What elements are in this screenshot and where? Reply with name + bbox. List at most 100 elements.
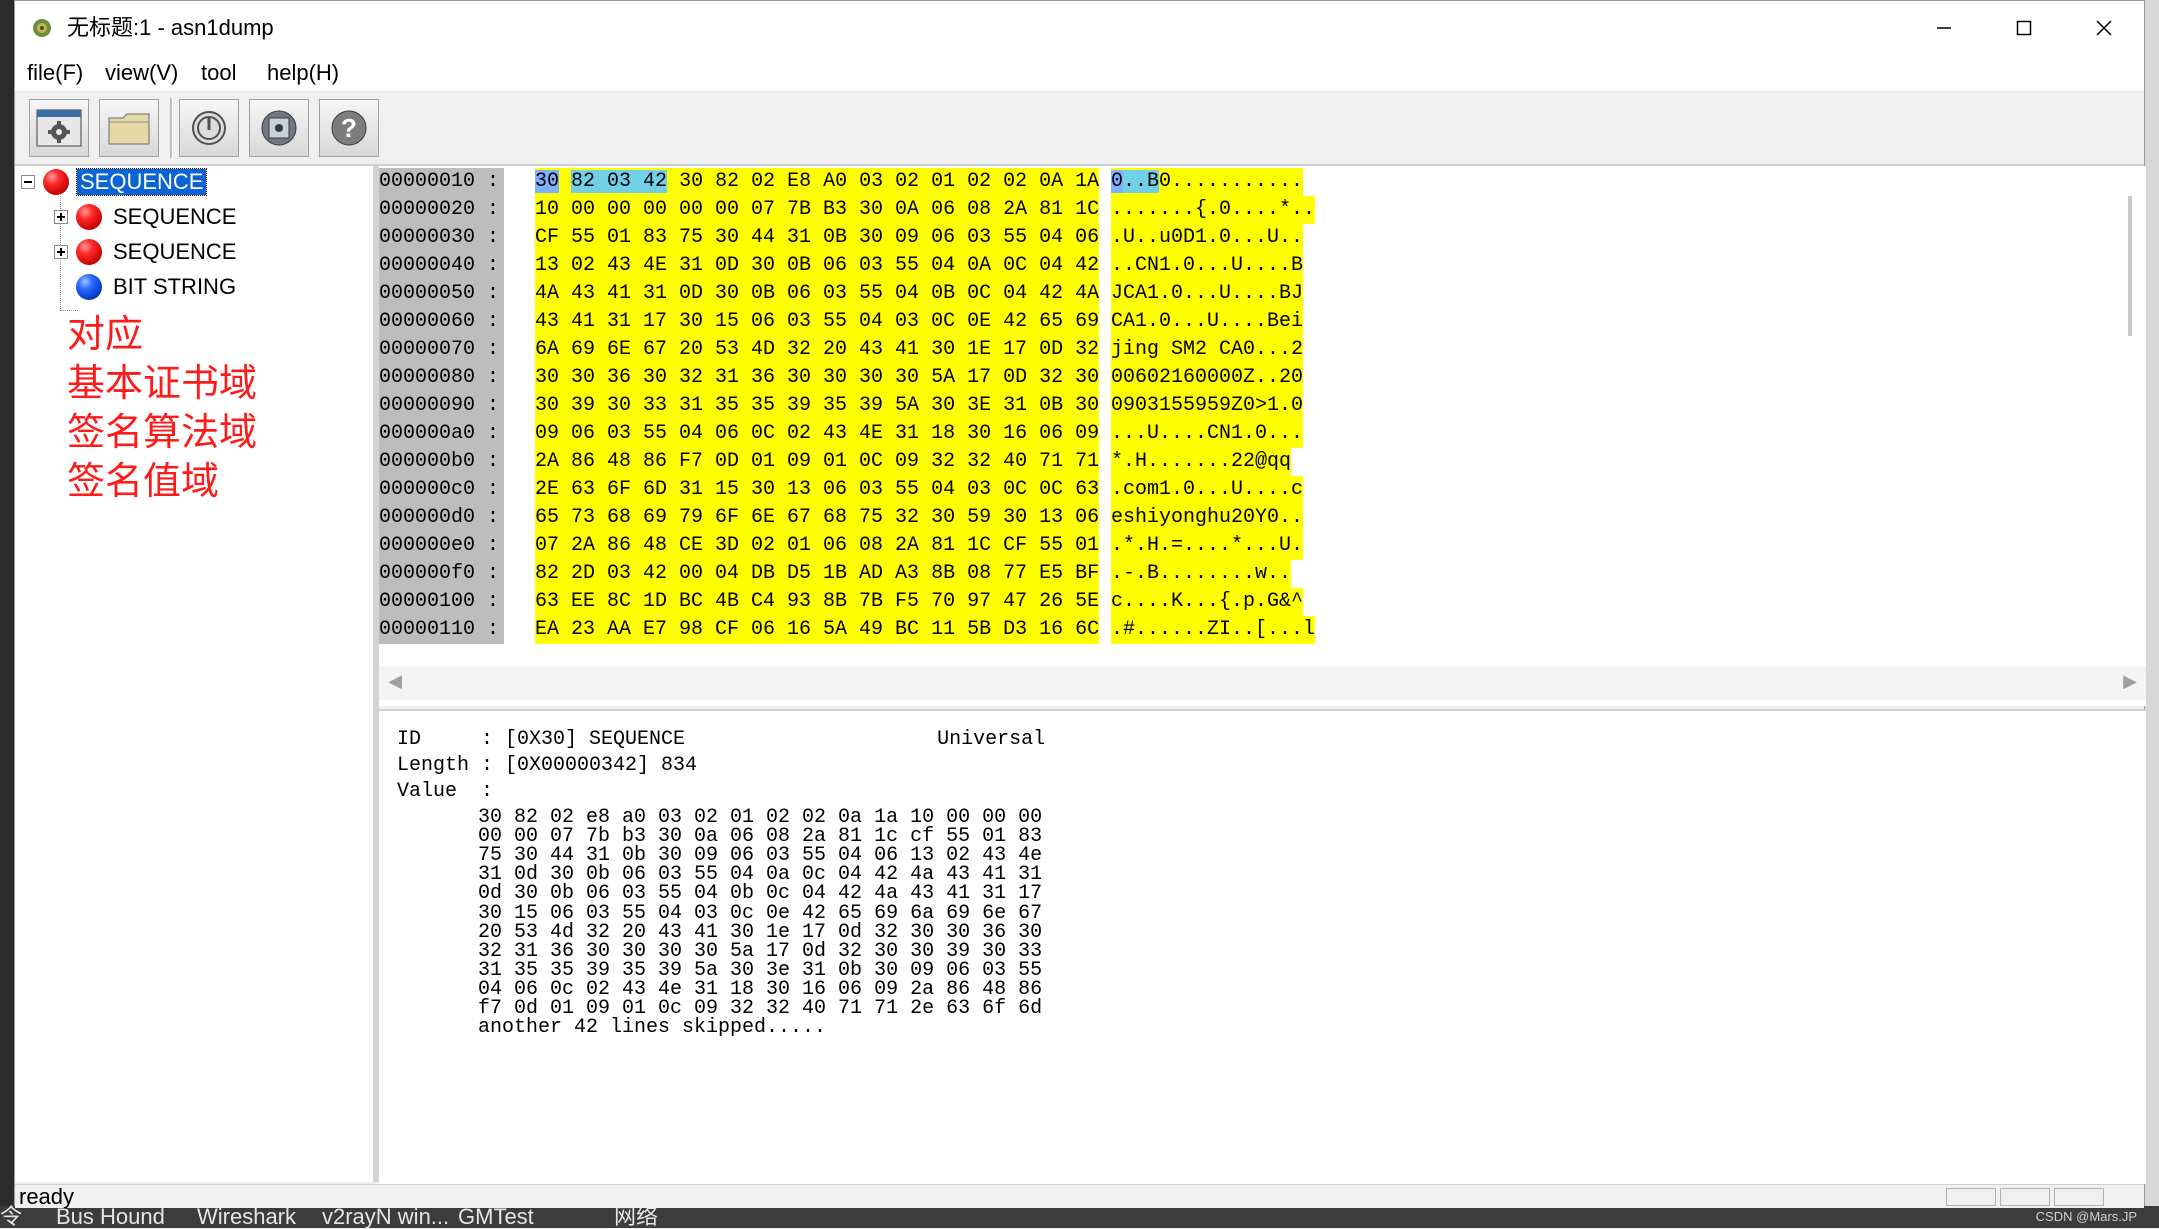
- open-folder-button[interactable]: [99, 99, 159, 157]
- tree-node-root[interactable]: SEQUENCE: [21, 167, 208, 197]
- hex-row[interactable]: 00000100 : 63 EE 8C 1D BC 4B C4 93 8B 7B …: [379, 588, 1879, 616]
- disk-button[interactable]: [249, 99, 309, 157]
- hex-ascii[interactable]: c....K...{.p.G&^: [1111, 588, 1304, 616]
- window-settings-button[interactable]: [29, 99, 89, 157]
- hex-ascii[interactable]: .U..u0D1.0...U..: [1111, 224, 1304, 252]
- hex-row[interactable]: 000000a0 : 09 06 03 55 04 06 0C 02 43 4E …: [379, 420, 1879, 448]
- hex-bytes[interactable]: 30 30 36 30 32 31 36 30 30 30 30 5A 17 0…: [535, 364, 1100, 392]
- taskbar-item-v2rayn[interactable]: v2rayN win...: [322, 1206, 449, 1228]
- hex-ascii[interactable]: .*.H.=....*...U.: [1111, 532, 1304, 560]
- hex-row[interactable]: 00000110 : EA 23 AA E7 98 CF 06 16 5A 49 …: [379, 616, 1879, 644]
- hex-address: 000000e0 :: [379, 532, 504, 560]
- hex-ascii[interactable]: .#......ZI..[...l: [1111, 616, 1316, 644]
- expand-icon[interactable]: [54, 245, 68, 259]
- detail-pane: ID : [0X30] SEQUENCE Universal Length : …: [379, 709, 2146, 1184]
- annotation-text: 签名算法域: [67, 410, 258, 454]
- maximize-button[interactable]: [1984, 1, 2064, 55]
- hex-bytes[interactable]: 4A 43 41 31 0D 30 0B 06 03 55 04 0B 0C 0…: [535, 280, 1100, 308]
- blue-ball-icon: [76, 274, 102, 300]
- scroll-left-icon[interactable]: ◀: [385, 672, 405, 692]
- hex-row[interactable]: 00000020 : 10 00 00 00 00 00 07 7B B3 30 …: [379, 196, 1879, 224]
- hex-row[interactable]: 00000010 : 30 82 03 42 30 82 02 E8 A0 03 …: [379, 168, 1879, 196]
- tree-node-sequence-2[interactable]: SEQUENCE: [54, 237, 239, 267]
- hex-ascii[interactable]: JCA1.0...U....BJ: [1111, 280, 1304, 308]
- hex-ascii[interactable]: 0..B0...........: [1111, 168, 1304, 196]
- hex-bytes[interactable]: 2A 86 48 86 F7 0D 01 09 01 0C 09 32 32 4…: [535, 448, 1100, 476]
- menu-help[interactable]: help(H): [267, 55, 339, 91]
- hex-bytes[interactable]: 13 02 43 4E 31 0D 30 0B 06 03 55 04 0A 0…: [535, 252, 1100, 280]
- menu-bar: file(F) view(V) tool help(H): [15, 55, 2144, 92]
- hex-dump-pane[interactable]: 00000010 : 30 82 03 42 30 82 02 E8 A0 03 …: [379, 166, 2146, 706]
- hex-row[interactable]: 000000f0 : 82 2D 03 42 00 04 DB D5 1B AD …: [379, 560, 1879, 588]
- app-icon: [29, 15, 55, 41]
- hex-ascii[interactable]: 0903155959Z0>1.0: [1111, 392, 1304, 420]
- hex-ascii[interactable]: *.H.......22@qq: [1111, 448, 1292, 476]
- hex-row[interactable]: 000000d0 : 65 73 68 69 79 6F 6E 67 68 75 …: [379, 504, 1879, 532]
- hex-bytes[interactable]: 07 2A 86 48 CE 3D 02 01 06 08 2A 81 1C C…: [535, 532, 1100, 560]
- hex-ascii[interactable]: .......{.0....*..: [1111, 196, 1316, 224]
- menu-file[interactable]: file(F): [27, 55, 83, 91]
- hex-ascii[interactable]: CA1.0...U....Bei: [1111, 308, 1304, 336]
- hex-ascii[interactable]: ..CN1.0...U....B: [1111, 252, 1304, 280]
- taskbar-item-network[interactable]: 网络: [614, 1206, 658, 1228]
- expand-icon[interactable]: [54, 210, 68, 224]
- hex-row[interactable]: 00000090 : 30 39 30 33 31 35 35 39 35 39 …: [379, 392, 1879, 420]
- taskbar-item-wireshark[interactable]: Wireshark: [197, 1206, 296, 1228]
- tree-node-label[interactable]: SEQUENCE: [110, 239, 239, 265]
- hex-row[interactable]: 00000080 : 30 30 36 30 32 31 36 30 30 30 …: [379, 364, 1879, 392]
- hex-bytes[interactable]: EA 23 AA E7 98 CF 06 16 5A 49 BC 11 5B D…: [535, 616, 1100, 644]
- scroll-right-icon[interactable]: ▶: [2120, 672, 2140, 692]
- window-settings-icon: [36, 109, 82, 147]
- hex-row[interactable]: 00000040 : 13 02 43 4E 31 0D 30 0B 06 03 …: [379, 252, 1879, 280]
- hex-row[interactable]: 000000e0 : 07 2A 86 48 CE 3D 02 01 06 08 …: [379, 532, 1879, 560]
- detail-skipped-note: another 42 lines skipped.....: [478, 1016, 827, 1040]
- hex-bytes[interactable]: 09 06 03 55 04 06 0C 02 43 4E 31 18 30 1…: [535, 420, 1100, 448]
- hex-ascii[interactable]: .com1.0...U....c: [1111, 476, 1304, 504]
- status-text: ready: [19, 1184, 75, 1209]
- title-bar: 无标题:1 - asn1dump: [15, 1, 2144, 55]
- hex-bytes[interactable]: 10 00 00 00 00 00 07 7B B3 30 0A 06 08 2…: [535, 196, 1100, 224]
- minimize-button[interactable]: [1904, 1, 1984, 55]
- hex-bytes[interactable]: CF 55 01 83 75 30 44 31 0B 30 09 06 03 5…: [535, 224, 1100, 252]
- close-icon: [2096, 20, 2112, 36]
- collapse-icon[interactable]: [21, 175, 35, 189]
- menu-view[interactable]: view(V): [105, 55, 178, 91]
- hex-ascii[interactable]: 00602160000Z..20: [1111, 364, 1304, 392]
- close-button[interactable]: [2064, 1, 2144, 55]
- vertical-scrollbar[interactable]: [2128, 196, 2132, 336]
- tree-node-bit-string[interactable]: BIT STRING: [76, 272, 239, 302]
- red-ball-icon: [76, 239, 102, 265]
- hex-bytes[interactable]: 82 2D 03 42 00 04 DB D5 1B AD A3 8B 08 7…: [535, 560, 1100, 588]
- hex-bytes[interactable]: 43 41 31 17 30 15 06 03 55 04 03 0C 0E 4…: [535, 308, 1100, 336]
- status-panel: [1946, 1188, 1996, 1206]
- hex-row[interactable]: 00000070 : 6A 69 6E 67 20 53 4D 32 20 43 …: [379, 336, 1879, 364]
- hex-ascii[interactable]: .-.B........w..: [1111, 560, 1292, 588]
- horizontal-scrollbar[interactable]: ◀ ▶: [379, 666, 2146, 700]
- tree-node-label[interactable]: SEQUENCE: [75, 168, 208, 196]
- hex-bytes[interactable]: 65 73 68 69 79 6F 6E 67 68 75 32 30 59 3…: [535, 504, 1100, 532]
- taskbar-item[interactable]: 令: [0, 1206, 22, 1228]
- hex-ascii[interactable]: jing SM2 CA0...2: [1111, 336, 1304, 364]
- hex-ascii[interactable]: eshiyonghu20Y0..: [1111, 504, 1304, 532]
- taskbar-item-bushound[interactable]: Bus Hound: [56, 1206, 165, 1228]
- hex-bytes[interactable]: 63 EE 8C 1D BC 4B C4 93 8B 7B F5 70 97 4…: [535, 588, 1100, 616]
- hex-row[interactable]: 00000030 : CF 55 01 83 75 30 44 31 0B 30 …: [379, 224, 1879, 252]
- tree-node-label[interactable]: SEQUENCE: [110, 204, 239, 230]
- hex-row[interactable]: 000000b0 : 2A 86 48 86 F7 0D 01 09 01 0C …: [379, 448, 1879, 476]
- hex-row[interactable]: 000000c0 : 2E 63 6F 6D 31 15 30 13 06 03 …: [379, 476, 1879, 504]
- hex-row[interactable]: 00000050 : 4A 43 41 31 0D 30 0B 06 03 55 …: [379, 280, 1879, 308]
- tree-node-label[interactable]: BIT STRING: [110, 274, 239, 300]
- hex-ascii[interactable]: ...U....CN1.0...: [1111, 420, 1304, 448]
- tree-node-sequence-1[interactable]: SEQUENCE: [54, 202, 239, 232]
- power-button[interactable]: [179, 99, 239, 157]
- menu-tool[interactable]: tool: [201, 55, 236, 91]
- hex-bytes[interactable]: 30 39 30 33 31 35 35 39 35 39 5A 30 3E 3…: [535, 392, 1100, 420]
- help-button[interactable]: ?: [319, 99, 379, 157]
- hex-bytes[interactable]: 6A 69 6E 67 20 53 4D 32 20 43 41 30 1E 1…: [535, 336, 1100, 364]
- taskbar-item-gmtest[interactable]: GMTest: [458, 1206, 534, 1228]
- ascii-content: 0...........: [1159, 170, 1304, 193]
- hex-row[interactable]: 00000060 : 43 41 31 17 30 15 06 03 55 04 …: [379, 308, 1879, 336]
- hex-bytes[interactable]: 30 82 03 42 30 82 02 E8 A0 03 02 01 02 0…: [535, 168, 1100, 196]
- hex-bytes[interactable]: 2E 63 6F 6D 31 15 30 13 06 03 55 04 03 0…: [535, 476, 1100, 504]
- maximize-icon: [2016, 20, 2032, 36]
